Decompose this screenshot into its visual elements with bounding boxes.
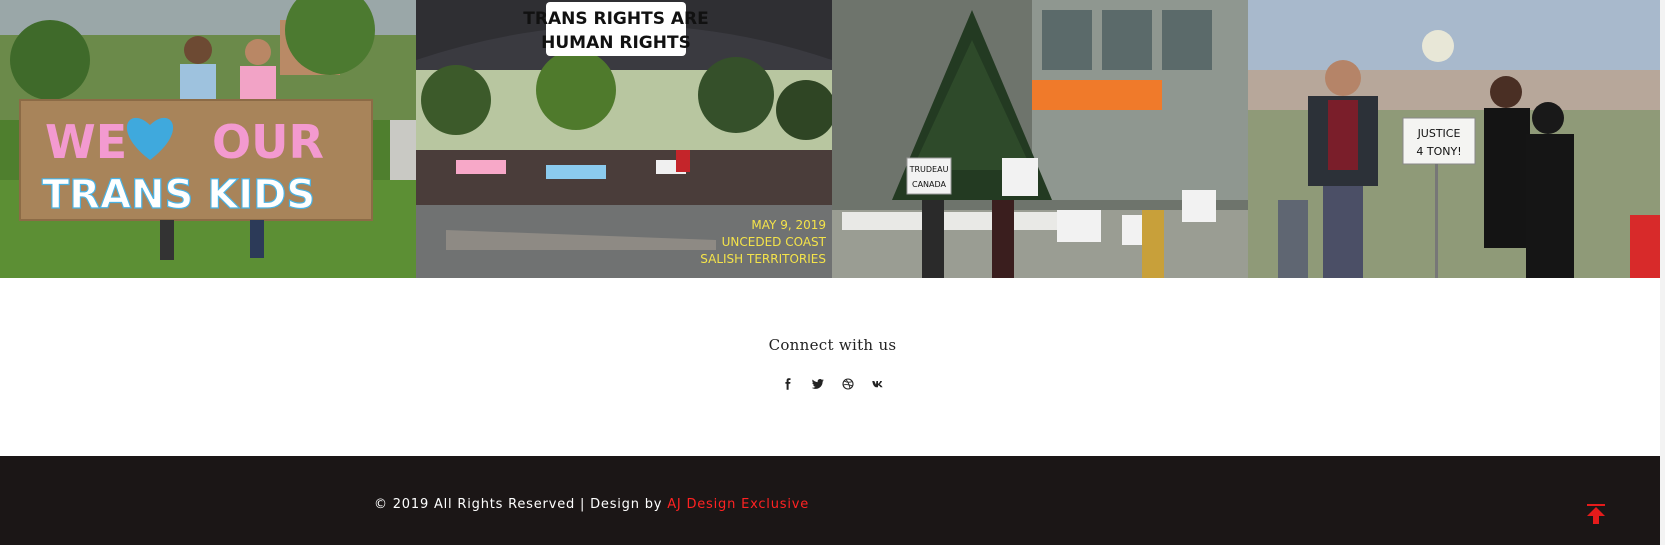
photo-gallery: WE OUR TRANS KIDS TRANS RIGHTS ARE HUMAN… <box>0 0 1665 278</box>
caption-location-1: UNCEDED COAST <box>722 235 827 249</box>
facebook-link[interactable] <box>780 376 796 392</box>
copyright: © 2019 All Rights Reserved | Design by A… <box>374 497 809 512</box>
connect-title: Connect with us <box>768 336 897 354</box>
vk-icon <box>871 381 883 388</box>
designer-link[interactable]: AJ Design Exclusive <box>667 497 809 512</box>
sign-text-4-tony: 4 TONY! <box>1416 145 1461 158</box>
sign-text-trudeau: TRUDEAU <box>909 165 949 174</box>
sign-text-we: WE <box>45 115 127 169</box>
gallery-photo-justice-for-tony[interactable]: JUSTICE 4 TONY! <box>1248 0 1664 278</box>
sign-text-justice: JUSTICE <box>1417 127 1461 140</box>
dribbble-link[interactable] <box>840 376 856 392</box>
sign-text-our: OUR <box>212 115 324 169</box>
twitter-link[interactable] <box>810 376 826 392</box>
sign-text-trans-kids: TRANS KIDS <box>42 172 315 218</box>
copyright-text: © 2019 All Rights Reserved | Design by <box>374 497 668 512</box>
banner-text-line-1: TRANS RIGHTS ARE <box>523 9 708 29</box>
scrollbar-track[interactable] <box>1660 0 1665 545</box>
twitter-icon <box>811 379 824 389</box>
footer: © 2019 All Rights Reserved | Design by A… <box>0 456 1665 545</box>
dribbble-icon <box>841 378 854 390</box>
arrow-up-icon <box>1587 504 1605 524</box>
back-to-top-button[interactable] <box>1585 503 1607 525</box>
sign-text-canada: CANADA <box>912 180 947 189</box>
social-links <box>0 376 1665 392</box>
facebook-icon <box>784 378 790 390</box>
page: WE OUR TRANS KIDS TRANS RIGHTS ARE HUMAN… <box>0 0 1665 545</box>
connect-section: Connect with us <box>0 278 1665 456</box>
banner-text-line-2: HUMAN RIGHTS <box>541 33 691 53</box>
gallery-photo-protest-building[interactable]: TRUDEAU CANADA <box>832 0 1248 278</box>
gallery-photo-trans-rights-rally[interactable]: TRANS RIGHTS ARE HUMAN RIGHTS MAY 9, 201… <box>416 0 832 278</box>
vk-link[interactable] <box>870 376 886 392</box>
caption-location-2: SALISH TERRITORIES <box>700 252 826 266</box>
gallery-photo-trans-kids-sign[interactable]: WE OUR TRANS KIDS <box>0 0 416 278</box>
caption-date: MAY 9, 2019 <box>751 218 826 232</box>
